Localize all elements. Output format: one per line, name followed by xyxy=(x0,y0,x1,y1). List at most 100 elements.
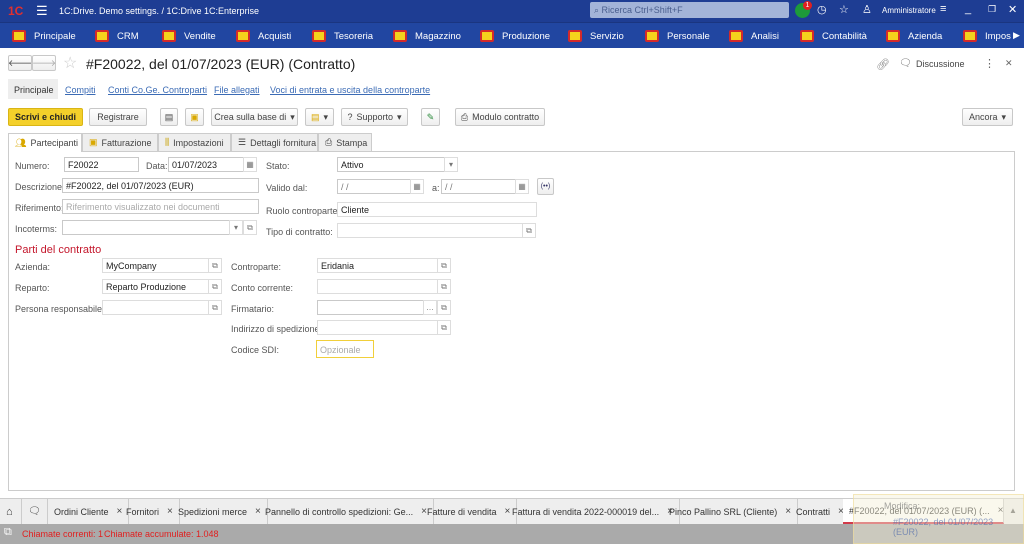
user-icon[interactable]: ♙ xyxy=(862,3,872,16)
print-options-button[interactable]: ▤ ▾ xyxy=(305,108,334,126)
edit-button[interactable]: ✎ xyxy=(421,108,440,126)
nav-magazzino[interactable]: Magazzino xyxy=(393,23,461,49)
link-compiti[interactable]: Compiti xyxy=(65,85,96,95)
support-button[interactable]: ? Supporto ▾ xyxy=(341,108,408,126)
descrizione-input[interactable]: #F20022, del 01/07/2023 (EUR) xyxy=(62,178,259,193)
open-tab[interactable]: Spedizioni merce × xyxy=(172,499,268,524)
report-button[interactable]: ▣ xyxy=(185,108,204,126)
dropdown-icon[interactable]: ▾ xyxy=(444,157,458,172)
search-input[interactable]: ⌕ Ricerca Ctrl+Shift+F xyxy=(590,2,789,18)
link-file-allegati[interactable]: File allegati xyxy=(214,85,260,95)
settings-menu-icon[interactable]: ≡ xyxy=(940,3,946,15)
user-name[interactable]: Amministratore xyxy=(882,6,936,15)
open-tab[interactable]: Pinco Pallino SRL (Cliente) × xyxy=(663,499,799,524)
incoterms-input[interactable] xyxy=(62,220,230,235)
windows-icon[interactable]: ⧉ xyxy=(4,526,12,539)
open-icon[interactable]: ⧉ xyxy=(522,223,536,238)
notification-text[interactable]: #F20022, del 01/07/2023 (EUR) xyxy=(893,517,1013,537)
tab-impostazioni[interactable]: ⫼ Impostazioni xyxy=(158,133,231,151)
nav-impostazioni[interactable]: Impos xyxy=(963,23,1013,49)
data-input[interactable]: 01/07/2023 xyxy=(168,157,244,172)
tab-fatturazione[interactable]: ▣ Fatturazione xyxy=(82,133,158,151)
nav-scroll-right-icon[interactable]: ▶ xyxy=(1013,30,1020,41)
numero-input[interactable]: F20022 xyxy=(64,157,139,172)
more-actions-icon[interactable]: ⋮ xyxy=(984,57,995,70)
discussion-icon[interactable]: 🗨︎ xyxy=(899,58,912,69)
nav-vendite[interactable]: Vendite xyxy=(162,23,216,49)
chat-icon[interactable]: 🗨︎ xyxy=(22,499,48,524)
notification-popup[interactable]: Modifica: #F20022, del 01/07/2023 (EUR) xyxy=(853,494,1024,544)
close-form-icon[interactable]: ✕ xyxy=(1005,58,1013,69)
open-icon[interactable]: ⧉ xyxy=(437,279,451,294)
riferimento-input[interactable]: Riferimento visualizzato nei documenti xyxy=(62,199,259,214)
app-title: 1C:Drive. Demo settings. / 1C:Drive 1C:E… xyxy=(59,6,260,16)
nav-tesoreria[interactable]: Tesoreria xyxy=(312,23,373,49)
reparto-input[interactable]: Reparto Produzione xyxy=(102,279,209,294)
minimize-icon[interactable]: _ xyxy=(965,3,971,15)
azienda-input[interactable]: MyCompany xyxy=(102,258,209,273)
open-tab[interactable]: Ordini Cliente × xyxy=(48,499,130,524)
persona-input[interactable] xyxy=(102,300,209,315)
open-icon[interactable]: ⧉ xyxy=(208,279,222,294)
indirizzo-input[interactable] xyxy=(317,320,438,335)
sdi-input[interactable]: Opzionale xyxy=(316,340,374,358)
register-button[interactable]: Registrare xyxy=(89,108,147,126)
history-icon[interactable]: ◷ xyxy=(817,3,827,16)
home-icon[interactable]: ⌂ xyxy=(0,499,22,524)
restore-icon[interactable]: ❐ xyxy=(988,4,996,15)
select-ellipsis-icon[interactable]: … xyxy=(423,300,437,315)
open-tab[interactable]: Contratti × xyxy=(790,499,851,524)
more-button[interactable]: Ancora ▾ xyxy=(962,108,1013,126)
calendar-icon[interactable]: ▦ xyxy=(515,179,529,194)
tipo-input[interactable] xyxy=(337,223,523,238)
nav-acquisti[interactable]: Acquisti xyxy=(236,23,291,49)
open-icon[interactable]: ⧉ xyxy=(243,220,257,235)
create-based-on-button[interactable]: Crea sulla base di ▾ xyxy=(211,108,298,126)
menu-icon[interactable]: ☰ xyxy=(36,3,48,19)
nav-produzione[interactable]: Produzione xyxy=(480,23,550,49)
ruolo-input[interactable]: Cliente xyxy=(337,202,537,217)
conto-input[interactable] xyxy=(317,279,438,294)
calendar-icon[interactable]: ▦ xyxy=(243,157,257,172)
link-principale[interactable]: Principale xyxy=(14,85,54,95)
open-icon[interactable]: ⧉ xyxy=(208,258,222,273)
dropdown-icon[interactable]: ▾ xyxy=(229,220,243,235)
discussion-button[interactable]: Discussione xyxy=(916,59,965,69)
nav-servizio[interactable]: Servizio xyxy=(568,23,624,49)
link-conti[interactable]: Conti Co.Ge. Controparti xyxy=(108,85,207,95)
open-icon[interactable]: ⧉ xyxy=(208,300,222,315)
favorites-star-icon[interactable]: ☆ xyxy=(839,3,849,16)
open-icon[interactable]: ⧉ xyxy=(437,320,451,335)
nav-principale[interactable]: Principale xyxy=(12,23,76,49)
open-icon[interactable]: ⧉ xyxy=(437,258,451,273)
write-close-button[interactable]: Scrivi e chiudi xyxy=(8,108,83,126)
firmatario-input[interactable] xyxy=(317,300,424,315)
open-tab[interactable]: Fornitori × xyxy=(120,499,180,524)
open-tab[interactable]: Fatture di vendita × xyxy=(421,499,518,524)
tab-partecipanti[interactable]: 👥︎ Partecipanti xyxy=(8,133,82,152)
open-icon[interactable]: ⧉ xyxy=(437,300,451,315)
controparte-input[interactable]: Eridania xyxy=(317,258,438,273)
nav-crm[interactable]: CRM xyxy=(95,23,139,49)
tab-stampa[interactable]: ⎙ Stampa xyxy=(318,133,372,151)
calendar-icon[interactable]: ▦ xyxy=(410,179,424,194)
valido-a-input[interactable]: / / xyxy=(441,179,516,194)
nav-personale[interactable]: Personale xyxy=(645,23,710,49)
back-button[interactable]: 🡐 xyxy=(8,55,32,71)
link-voci[interactable]: Voci di entrata e uscita della contropar… xyxy=(270,85,430,95)
open-tab[interactable]: Fattura di vendita 2022-000019 del... × xyxy=(506,499,680,524)
stato-select[interactable]: Attivo xyxy=(337,157,445,172)
forward-button[interactable]: 🡒 xyxy=(32,55,56,71)
favorite-star-icon[interactable]: ☆ xyxy=(63,53,77,73)
close-window-icon[interactable]: ✕ xyxy=(1008,3,1017,16)
contract-form-button[interactable]: ⎙ Modulo contratto xyxy=(455,108,545,126)
nav-contabilita[interactable]: Contabilità xyxy=(800,23,867,49)
link-icon[interactable]: 🔗︎ xyxy=(876,58,890,71)
tab-dettagli-fornitura[interactable]: ☰ Dettagli fornitura xyxy=(231,133,318,151)
document-list-button[interactable]: ▤ xyxy=(160,108,178,126)
open-tab[interactable]: Pannello di controllo spedizioni: Ge... × xyxy=(259,499,434,524)
nav-azienda[interactable]: Azienda xyxy=(886,23,942,49)
nav-analisi[interactable]: Analisi xyxy=(729,23,779,49)
valido-dal-input[interactable]: / / xyxy=(337,179,411,194)
period-button[interactable]: (••) xyxy=(537,178,554,195)
